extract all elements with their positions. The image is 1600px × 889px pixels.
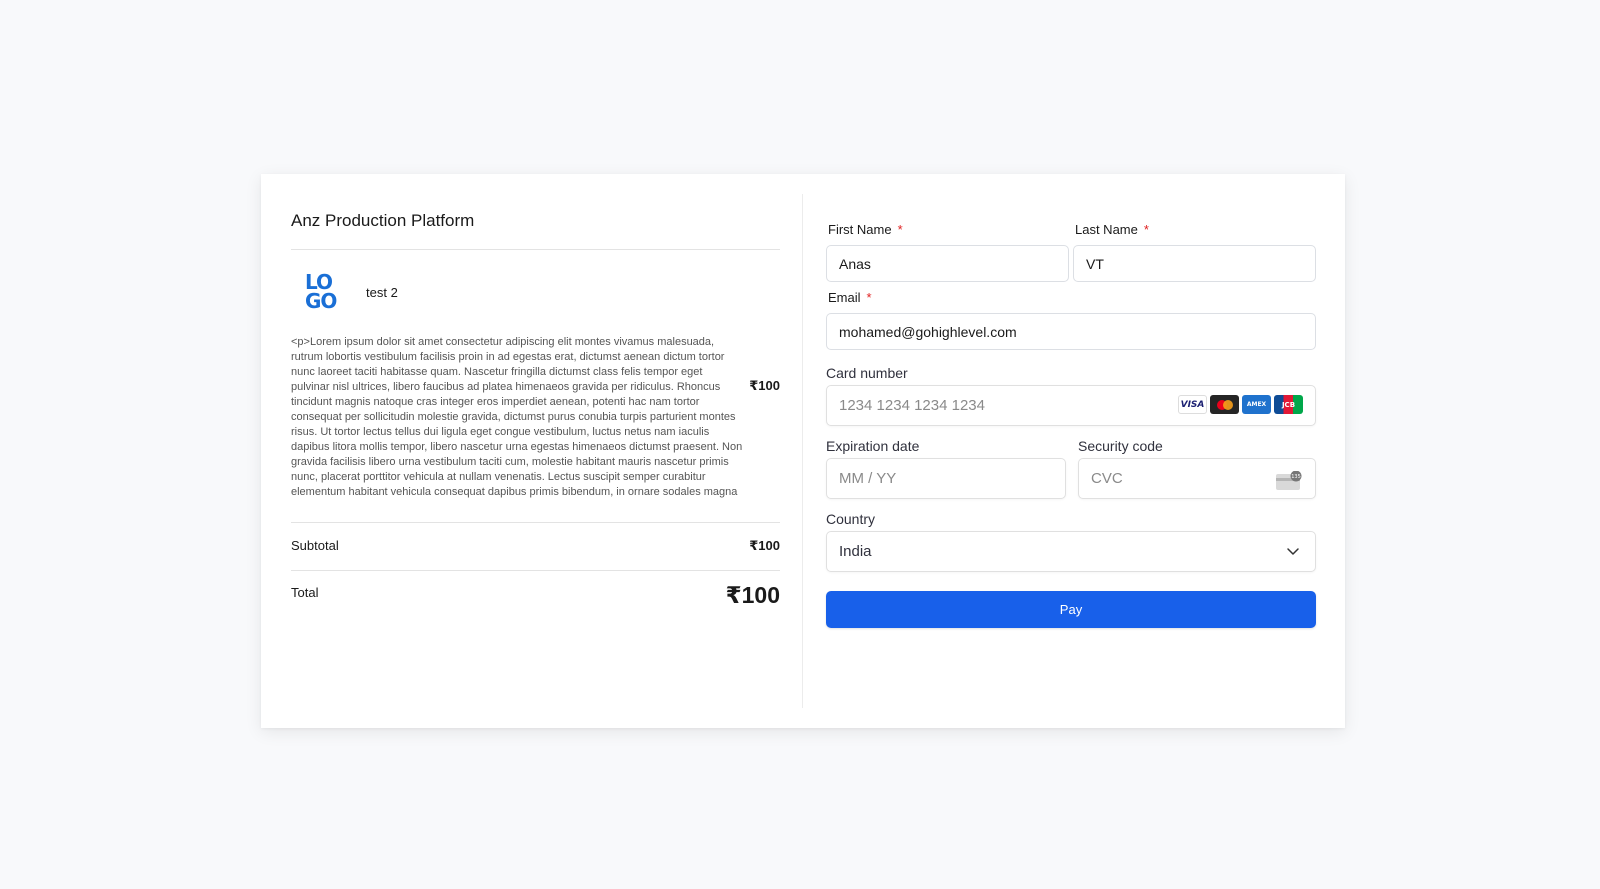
checkout-card: Anz Production Platform LO GO test 2 <p>… xyxy=(261,174,1345,728)
total-value: ₹100 xyxy=(725,582,780,608)
divider xyxy=(291,522,780,523)
product-name: test 2 xyxy=(366,285,398,300)
cvc-card-icon: 135 xyxy=(1276,471,1302,490)
jcb-icon: JCB xyxy=(1274,395,1303,414)
last-name-label-text: Last Name xyxy=(1075,222,1138,237)
order-summary: Anz Production Platform LO GO test 2 <p>… xyxy=(291,174,780,728)
platform-title: Anz Production Platform xyxy=(291,211,475,230)
last-name-label: Last Name * xyxy=(1075,222,1149,237)
card-brands: VISA AMEX JCB xyxy=(1178,395,1303,414)
email-input[interactable] xyxy=(826,313,1316,350)
divider xyxy=(291,570,780,571)
required-mark: * xyxy=(866,290,872,305)
first-name-input[interactable] xyxy=(826,245,1069,282)
last-name-input[interactable] xyxy=(1073,245,1316,282)
first-name-label: First Name * xyxy=(828,222,903,237)
visa-icon: VISA xyxy=(1178,395,1207,414)
product-description: <p>Lorem ipsum dolor sit amet consectetu… xyxy=(291,336,743,498)
product-price: ₹100 xyxy=(749,378,780,393)
pay-button[interactable]: Pay xyxy=(826,591,1316,628)
logo-text-bottom: GO xyxy=(305,289,337,313)
card-number-label: Card number xyxy=(826,365,908,381)
expiration-input[interactable] xyxy=(826,458,1066,499)
email-label-text: Email xyxy=(828,290,861,305)
chevron-down-icon xyxy=(1287,548,1299,555)
email-label: Email * xyxy=(828,290,872,305)
column-divider xyxy=(802,194,803,708)
product-logo: LO GO xyxy=(305,272,347,313)
required-mark: * xyxy=(897,222,903,237)
subtotal-label: Subtotal xyxy=(291,538,339,553)
country-label: Country xyxy=(826,511,876,527)
amex-icon: AMEX xyxy=(1242,395,1271,414)
divider xyxy=(291,249,780,250)
cvc-badge: 135 xyxy=(1291,474,1301,480)
mastercard-icon xyxy=(1210,395,1239,414)
payment-form: First Name * Last Name * Email * Card numbe… xyxy=(826,174,1316,728)
expiration-label: Expiration date xyxy=(826,438,920,454)
required-mark: * xyxy=(1143,222,1149,237)
total-label: Total xyxy=(291,585,319,600)
country-select[interactable] xyxy=(826,531,1316,572)
security-code-label: Security code xyxy=(1078,438,1163,454)
first-name-label-text: First Name xyxy=(828,222,892,237)
subtotal-value: ₹100 xyxy=(749,538,780,553)
